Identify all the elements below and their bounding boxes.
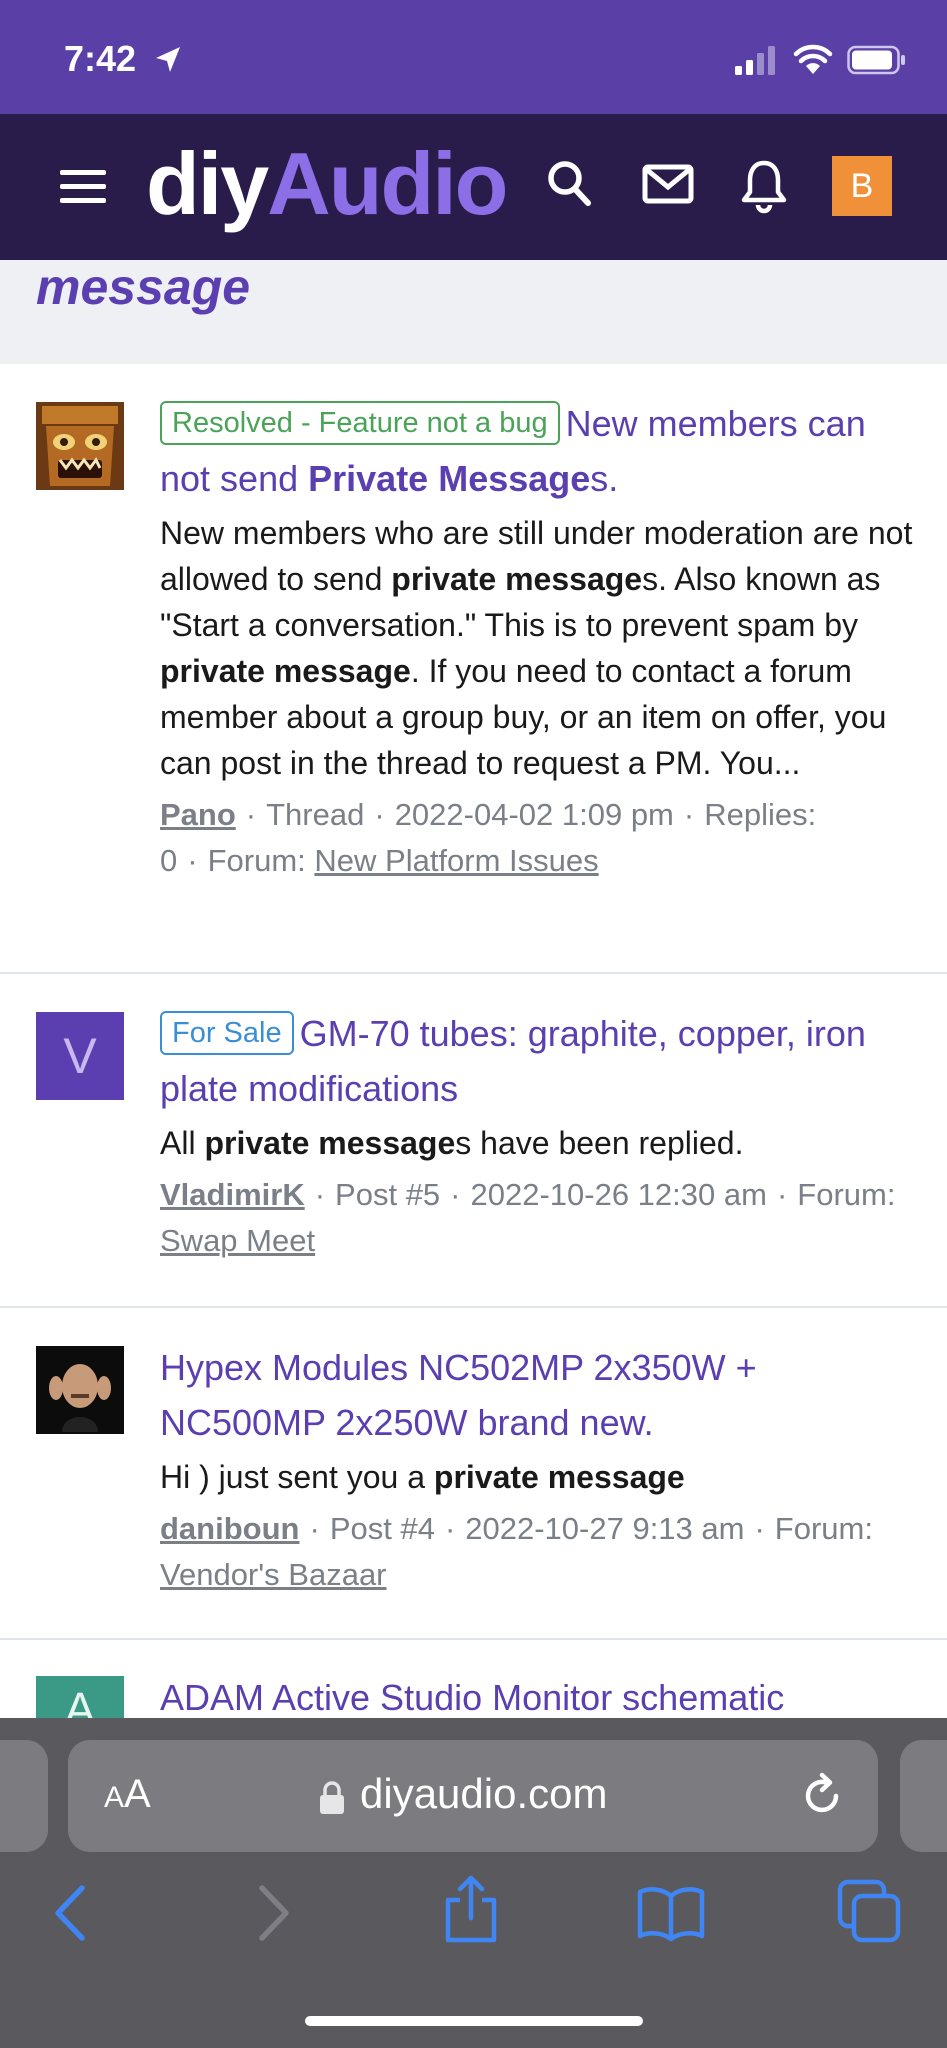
result-meta: daniboun · Post #4 · 2022-10-27 9:13 am · Foru… — [160, 1511, 873, 1592]
snippet-text: Hi ) just sent you a — [160, 1459, 434, 1495]
title-highlight: Private Message — [308, 458, 591, 499]
result-snippet: All private messages have been replied. — [160, 1120, 920, 1166]
author-link[interactable]: VladimirK — [160, 1177, 305, 1212]
location-arrow-icon — [156, 47, 180, 72]
lock-icon — [320, 1781, 344, 1814]
snippet-text: s have been replied. — [455, 1125, 744, 1161]
result-snippet: New members who are still under moderati… — [160, 510, 920, 786]
mail-icon[interactable] — [642, 158, 694, 212]
previous-tab-peek[interactable] — [0, 1740, 48, 1852]
menu-icon[interactable] — [60, 170, 106, 204]
result-title[interactable]: Resolved - Feature not a bug New members … — [160, 396, 920, 506]
result-meta: VladimirK · Post #5 · 2022-10-26 12:30 am · Fo… — [160, 1177, 896, 1258]
forum-link[interactable]: New Platform Issues — [314, 843, 598, 878]
status-bar: 7:42 — [0, 0, 947, 114]
logo-audio: Audio — [267, 134, 508, 233]
tiki-avatar[interactable] — [36, 402, 124, 490]
avatar-v[interactable]: V — [36, 1012, 124, 1100]
result-title[interactable]: For Sale GM-70 tubes: graphite, copper, i… — [160, 1006, 920, 1116]
result-body: Hypex Modules NC502MP 2x350W + NC500MP 2… — [160, 1340, 920, 1598]
forum-label: Forum: — [797, 1177, 896, 1212]
address-bar[interactable]: AA diyaudio.com — [68, 1740, 878, 1852]
result-meta: Pano · Thread · 2022-04-02 1:09 pm · Replies: … — [160, 797, 817, 878]
result-snippet: Hi ) just sent you a private message — [160, 1454, 920, 1500]
post-date: 2022-10-26 12:30 am — [470, 1177, 767, 1212]
search-result: A ADAM Active Studio Monitor schematic — [0, 1640, 947, 1718]
reload-icon[interactable] — [798, 1770, 848, 1822]
content-type: Thread — [266, 797, 365, 832]
tabs-icon[interactable] — [836, 1878, 902, 1944]
result-body: ADAM Active Studio Monitor schematic — [160, 1670, 920, 1718]
forum-label: Forum: — [774, 1511, 873, 1546]
next-tab-peek[interactable] — [900, 1740, 947, 1852]
content-type: Post #4 — [329, 1511, 435, 1546]
share-icon[interactable] — [442, 1874, 500, 1944]
snippet-text: All — [160, 1125, 205, 1161]
home-indicator — [305, 2016, 643, 2026]
logo-diy: diy — [146, 134, 269, 233]
site-logo[interactable]: diyAudio — [146, 134, 508, 234]
bell-icon[interactable] — [740, 158, 788, 216]
person-avatar[interactable] — [36, 1346, 124, 1434]
for-sale-badge: For Sale — [160, 1011, 294, 1055]
snippet-highlight: private message — [433, 1459, 685, 1495]
page-title: message — [36, 259, 251, 315]
site-header: diyAudio B — [0, 114, 947, 260]
avatar-a[interactable]: A — [36, 1676, 124, 1718]
result-title[interactable]: Hypex Modules NC502MP 2x350W + NC500MP 2… — [160, 1340, 920, 1450]
snippet-highlight: private message — [204, 1125, 456, 1161]
page-title-band: message — [0, 259, 947, 364]
battery-icon — [847, 45, 905, 75]
search-icon[interactable] — [546, 158, 594, 212]
back-icon[interactable] — [52, 1884, 88, 1942]
post-date: 2022-04-02 1:09 pm — [394, 797, 674, 832]
search-result: Resolved - Feature not a bug New members … — [0, 364, 947, 974]
author-link[interactable]: Pano — [160, 797, 236, 832]
content-type: Post #5 — [335, 1177, 441, 1212]
search-result: V For Sale GM-70 tubes: graphite, copper,… — [0, 974, 947, 1308]
status-time: 7:42 — [64, 38, 137, 79]
forum-link[interactable]: Swap Meet — [160, 1223, 315, 1258]
reader-settings-button[interactable]: AA — [104, 1772, 151, 1817]
post-date: 2022-10-27 9:13 am — [465, 1511, 745, 1546]
result-title[interactable]: ADAM Active Studio Monitor schematic — [160, 1670, 920, 1718]
forum-link[interactable]: Vendor's Bazaar — [160, 1557, 387, 1592]
result-body: For Sale GM-70 tubes: graphite, copper, i… — [160, 1006, 920, 1264]
wifi-icon — [793, 44, 833, 74]
cellular-signal-icon — [735, 46, 775, 75]
bookmarks-icon[interactable] — [636, 1884, 706, 1942]
forum-label: Forum: — [207, 843, 306, 878]
author-link[interactable]: daniboun — [160, 1511, 299, 1546]
status-indicators — [733, 44, 907, 76]
snippet-highlight: private message — [160, 653, 411, 689]
result-body: Resolved - Feature not a bug New members … — [160, 396, 920, 884]
status-badge: Resolved - Feature not a bug — [160, 401, 560, 445]
forward-icon[interactable] — [256, 1884, 292, 1942]
snippet-highlight: private message — [391, 561, 643, 597]
browser-toolbar: AA diyaudio.com — [0, 1718, 947, 2048]
url-text: diyaudio.com — [360, 1770, 608, 1817]
user-avatar[interactable]: B — [832, 156, 892, 216]
title-text-end: s. — [590, 458, 619, 499]
search-result: Hypex Modules NC502MP 2x350W + NC500MP 2… — [0, 1308, 947, 1640]
